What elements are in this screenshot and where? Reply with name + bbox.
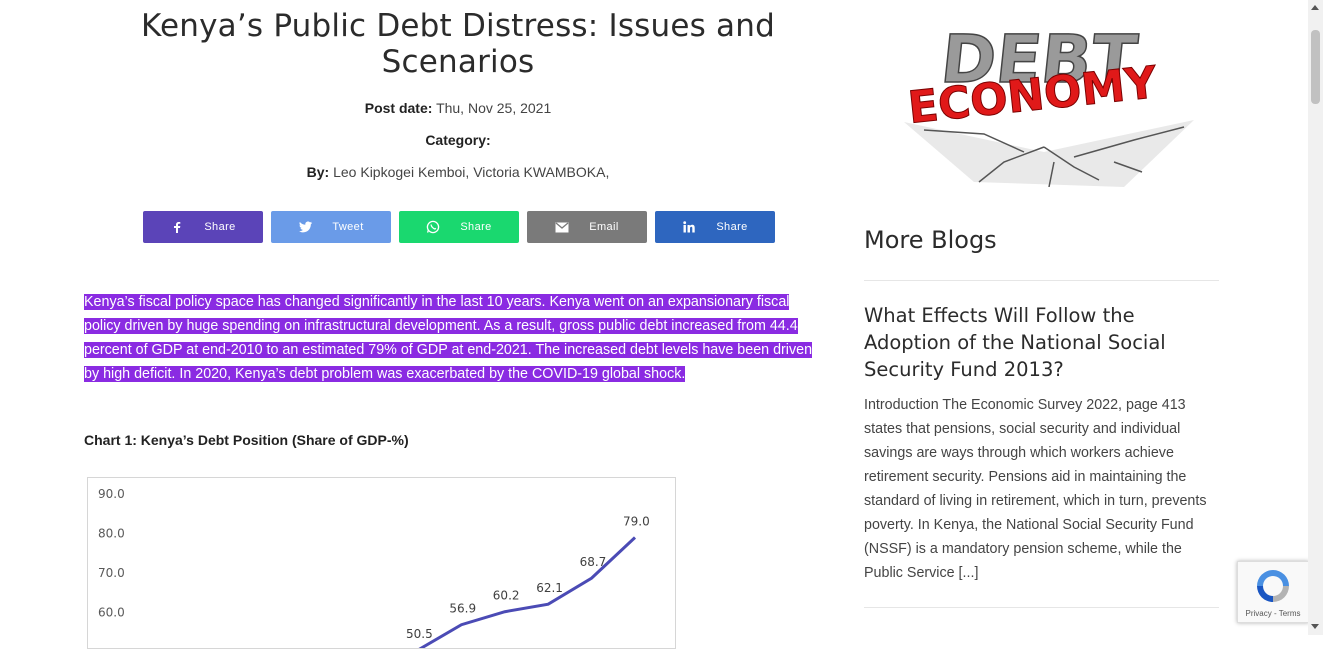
blog-post-title-link[interactable]: What Effects Will Follow the Adoption of… <box>864 302 1194 383</box>
scroll-up-arrow-icon[interactable] <box>1311 5 1319 10</box>
debt-economy-image: DEBT ECONOMY <box>904 20 1194 187</box>
linkedin-share-button[interactable]: Share <box>655 211 775 243</box>
intro-paragraph: Kenya’s fiscal policy space has changed … <box>84 290 824 386</box>
whatsapp-share-button[interactable]: Share <box>399 211 519 243</box>
divider <box>864 280 1219 281</box>
y-tick-label: 70.0 <box>98 566 125 580</box>
data-label: 60.2 <box>493 589 520 603</box>
y-tick-label: 60.0 <box>98 606 125 620</box>
scroll-down-arrow-icon[interactable] <box>1311 624 1319 629</box>
article: Kenya’s Public Debt Distress: Issues and… <box>84 0 832 652</box>
recaptcha-badge[interactable]: Privacy - Terms <box>1237 561 1309 623</box>
email-share-button[interactable]: Email <box>527 211 647 243</box>
share-buttons: Share Tweet Share Email Share <box>143 211 775 243</box>
data-label: 62.1 <box>536 581 563 595</box>
page-scrollbar[interactable] <box>1308 0 1323 635</box>
data-label: 50.5 <box>406 627 433 641</box>
more-blogs-heading: More Blogs <box>864 226 997 254</box>
divider <box>864 607 1219 608</box>
twitter-icon <box>298 220 312 234</box>
page-title: Kenya’s Public Debt Distress: Issues and… <box>141 8 775 80</box>
data-label: 79.0 <box>623 514 650 528</box>
recaptcha-icon <box>1257 570 1289 602</box>
highlighted-text: Kenya’s fiscal policy space has changed … <box>84 294 813 382</box>
facebook-share-button[interactable]: Share <box>143 211 263 243</box>
scrollbar-thumb[interactable] <box>1311 30 1320 104</box>
debt-series-line <box>417 536 637 652</box>
linkedin-icon <box>682 220 696 234</box>
debt-chart: 90.0 80.0 70.0 60.0 50.5 56.9 60.2 62.1 68.7 79.0 <box>87 477 676 652</box>
debt-chart-svg: 90.0 80.0 70.0 60.0 50.5 56.9 60.2 62.1 68.7 79.0 <box>98 487 650 652</box>
post-category: Category: <box>425 132 491 148</box>
facebook-icon <box>170 220 184 234</box>
blog-post-excerpt: Introduction The Economic Survey 2022, p… <box>864 397 1207 581</box>
data-label: 56.9 <box>449 602 476 616</box>
whatsapp-icon <box>426 220 440 234</box>
twitter-share-button[interactable]: Tweet <box>271 211 391 243</box>
post-authors: By: Leo Kipkogei Kemboi, Victoria KWAMBO… <box>306 164 610 180</box>
post-meta: Post date: Thu, Nov 25, 2021 Category: B… <box>84 92 832 188</box>
post-date: Post date: Thu, Nov 25, 2021 <box>364 100 552 116</box>
chart-heading: Chart 1: Kenya’s Debt Position (Share of… <box>84 432 409 448</box>
y-tick-label: 90.0 <box>98 487 125 501</box>
y-tick-label: 80.0 <box>98 527 125 541</box>
recaptcha-links[interactable]: Privacy - Terms <box>1238 609 1308 618</box>
data-label: 68.7 <box>580 555 607 569</box>
email-icon <box>555 220 569 234</box>
